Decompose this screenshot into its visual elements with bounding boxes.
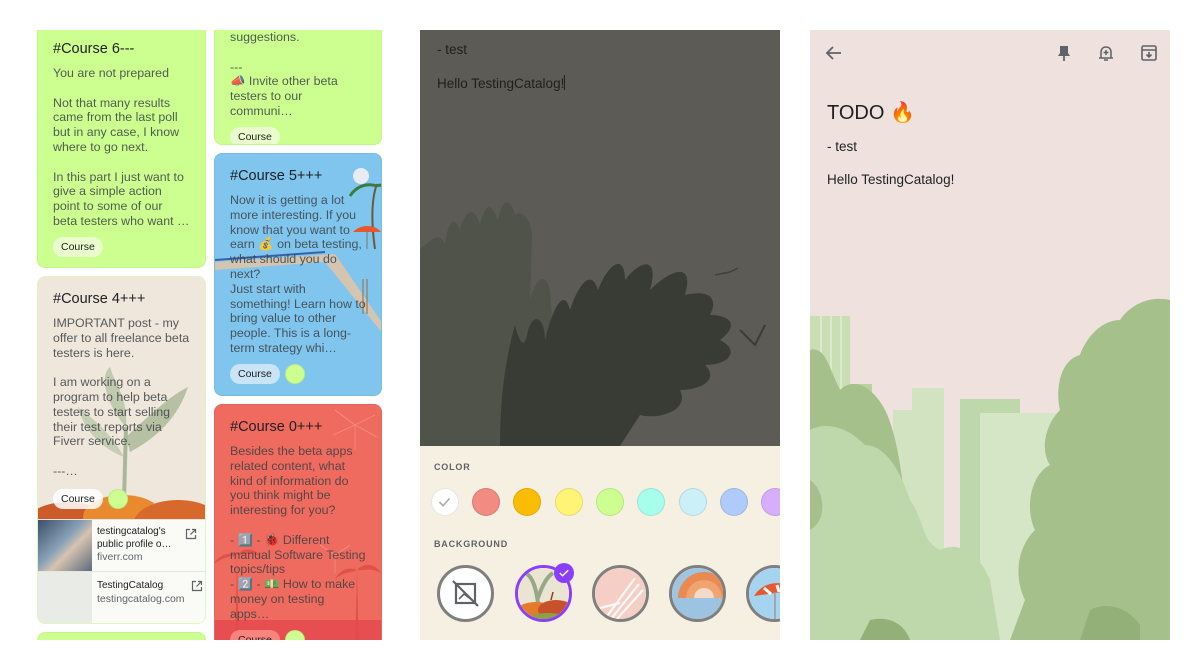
label-chip[interactable]: Course [230, 629, 280, 640]
note-body: IMPORTANT post - my offer to all freelan… [53, 316, 190, 478]
label-chip[interactable]: Course [53, 236, 103, 257]
label-chip[interactable]: Course [230, 126, 280, 144]
note-card-course0[interactable]: #Course 0+++ Besides the beta apps relat… [214, 404, 382, 640]
color-section-label: COLOR [434, 462, 471, 472]
note-title: #Course 4+++ [53, 291, 146, 307]
color-swatch-storm[interactable] [720, 488, 748, 516]
note-body: You are not prepared Not that many resul… [53, 66, 190, 228]
note-line-2-text: Hello TestingCatalog! [437, 76, 565, 91]
food-thumbnail [595, 568, 646, 619]
note-line-2[interactable]: Hello TestingCatalog! [437, 75, 566, 91]
note-card-partial-bottom[interactable] [37, 632, 206, 640]
note-body: suggestions. --- 📣 Invite other beta tes… [230, 30, 338, 118]
link-preview-fiverr[interactable]: testingcatalog's public profile o… fiver… [38, 519, 205, 571]
pin-icon[interactable] [1054, 43, 1074, 63]
note-title: #Course 5+++ [230, 168, 323, 184]
beach-thumbnail [749, 568, 780, 619]
note-body: Besides the beta apps related content, w… [230, 444, 366, 621]
note-card-partial-top[interactable]: suggestions. --- 📣 Invite other beta tes… [214, 30, 382, 145]
color-swatch-peach[interactable] [513, 488, 541, 516]
note-title: #Course 6--- [53, 41, 135, 57]
color-swatch-default[interactable] [431, 488, 459, 516]
note-card-course5[interactable]: #Course 5+++ Now it is getting a lot mor… [214, 153, 382, 396]
note-editor: - test Hello TestingCatalog! COLOR BACKG… [420, 30, 780, 640]
color-dot [284, 363, 305, 384]
link-title: TestingCatalog [97, 580, 164, 591]
color-swatch-mint[interactable] [596, 488, 624, 516]
check-icon [438, 497, 451, 507]
music-thumbnail [672, 568, 723, 619]
selected-check-badge [554, 563, 574, 583]
link-thumbnail [38, 520, 92, 571]
city-trees-background-art [810, 298, 1170, 640]
link-title: testingcatalog's public profile o… [97, 526, 172, 550]
background-option-music[interactable] [669, 565, 726, 622]
open-external-icon[interactable] [191, 580, 203, 592]
background-option-none[interactable] [437, 565, 494, 622]
background-section-label: BACKGROUND [434, 539, 508, 549]
color-swatch-fog[interactable] [679, 488, 707, 516]
note-line-2[interactable]: Hello TestingCatalog! [827, 172, 954, 187]
color-swatch-coral[interactable] [472, 488, 500, 516]
note-body: Now it is getting a lot more interesting… [230, 193, 366, 355]
color-swatch-sage[interactable] [637, 488, 665, 516]
open-external-icon[interactable] [185, 528, 197, 540]
note-line-1[interactable]: - test [827, 139, 857, 154]
link-thumbnail [38, 572, 92, 623]
notes-grid: #Course 6--- You are not prepared Not th… [36, 30, 383, 640]
link-domain: fiverr.com [97, 551, 143, 563]
label-chip[interactable]: Course [230, 363, 280, 384]
link-preview-testingcatalog[interactable]: TestingCatalog testingcatalog.com [38, 571, 205, 623]
color-dot [107, 488, 128, 509]
color-dot [284, 629, 305, 640]
note-title[interactable]: TODO 🔥 [827, 100, 915, 125]
reminder-icon[interactable] [1096, 43, 1116, 63]
back-icon[interactable] [824, 43, 844, 63]
check-icon [559, 569, 569, 577]
note-title: #Course 0+++ [230, 419, 323, 435]
note-card-course6[interactable]: #Course 6--- You are not prepared Not th… [37, 30, 206, 268]
link-domain: testingcatalog.com [97, 592, 185, 605]
note-view: TODO 🔥 - test Hello TestingCatalog! [810, 30, 1170, 640]
color-swatch-sand[interactable] [555, 488, 583, 516]
archive-icon[interactable] [1139, 43, 1159, 63]
note-card-course4[interactable]: #Course 4+++ IMPORTANT post - my offer t… [37, 276, 206, 624]
background-option-food[interactable] [592, 565, 649, 622]
note-line-1[interactable]: - test [437, 42, 467, 57]
text-cursor [564, 75, 566, 90]
groceries-background-art [420, 202, 766, 446]
label-chip[interactable]: Course [53, 488, 103, 509]
no-image-icon [452, 580, 479, 607]
